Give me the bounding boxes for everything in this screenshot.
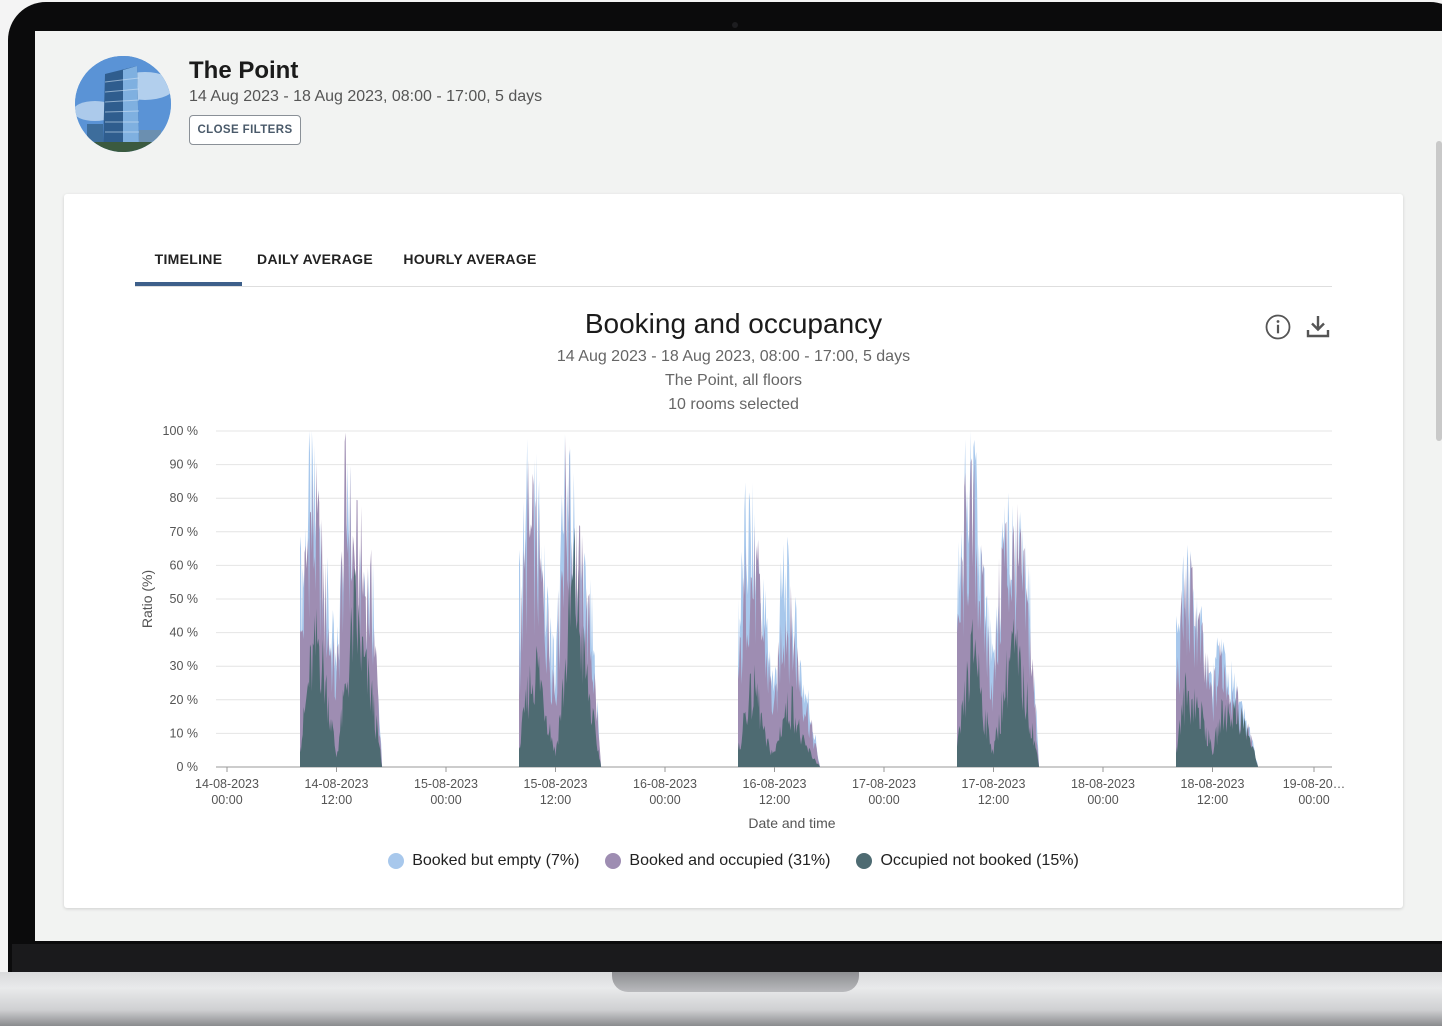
x-tick-label: 18-08-2023 (1181, 777, 1245, 791)
camera-icon (732, 22, 738, 28)
scrollbar[interactable] (1436, 141, 1442, 441)
building-avatar (75, 56, 171, 152)
y-tick-label: 100 % (163, 424, 198, 438)
y-tick-label: 80 % (170, 491, 199, 505)
y-tick-label: 90 % (170, 458, 199, 472)
legend-label: Booked but empty (7%) (412, 852, 580, 869)
x-tick-label: 16-08-2023 (633, 777, 697, 791)
y-tick-label: 0 % (176, 760, 198, 774)
x-tick-label: 00:00 (868, 793, 899, 807)
x-tick-label: 17-08-2023 (852, 777, 916, 791)
x-axis-label: Date and time (748, 815, 835, 831)
legend-item-occupied-not-booked[interactable]: Occupied not booked (15%) (856, 852, 1079, 870)
y-tick-label: 10 % (170, 726, 199, 740)
x-tick-label: 14-08-2023 (305, 777, 369, 791)
y-tick-label: 50 % (170, 592, 199, 606)
y-tick-label: 70 % (170, 525, 199, 539)
x-tick-label: 12:00 (540, 793, 571, 807)
site-title: The Point (189, 57, 299, 84)
legend-dot (388, 853, 405, 869)
chart-card: TIMELINE DAILY AVERAGE HOURLY AVERAGE Bo… (64, 194, 1403, 908)
x-tick-label: 16-08-2023 (743, 777, 807, 791)
y-tick-label: 60 % (170, 558, 199, 572)
y-tick-label: 40 % (170, 626, 199, 640)
x-tick-label: 00:00 (1298, 793, 1329, 807)
laptop-notch (612, 972, 859, 992)
legend-label: Booked and occupied (31%) (629, 852, 831, 869)
x-tick-label: 15-08-2023 (414, 777, 478, 791)
y-tick-label: 30 % (170, 659, 199, 673)
laptop-hinge (12, 944, 1442, 974)
app-screen: The Point 14 Aug 2023 - 18 Aug 2023, 08:… (35, 31, 1442, 941)
y-axis-label: Ratio (%) (139, 570, 155, 628)
x-tick-label: 15-08-2023 (524, 777, 588, 791)
legend-item-booked-occupied[interactable]: Booked and occupied (31%) (605, 852, 830, 870)
x-tick-label: 12:00 (321, 793, 352, 807)
booking-occupancy-chart: 0 % 10 % 20 % 30 % 40 % 50 % 60 % 70 % 80 % 90 % 1… (139, 424, 1346, 831)
close-filters-button[interactable]: CLOSE FILTERS (189, 115, 301, 145)
x-tick-label: 19-08-20… (1283, 777, 1346, 791)
x-tick-label: 00:00 (430, 793, 461, 807)
x-tick-label: 12:00 (978, 793, 1009, 807)
y-tick-label: 20 % (170, 693, 199, 707)
x-tick-label: 00:00 (211, 793, 242, 807)
x-tick-label: 12:00 (759, 793, 790, 807)
x-tick-label: 00:00 (649, 793, 680, 807)
chart-legend: Booked but empty (7%) Booked and occupie… (64, 852, 1403, 870)
x-tick-label: 18-08-2023 (1071, 777, 1135, 791)
legend-dot (856, 853, 873, 869)
x-tick-label: 17-08-2023 (962, 777, 1026, 791)
site-date-range: 14 Aug 2023 - 18 Aug 2023, 08:00 - 17:00… (189, 88, 543, 105)
x-tick-label: 00:00 (1087, 793, 1118, 807)
legend-label: Occupied not booked (15%) (880, 852, 1079, 869)
legend-dot (605, 853, 622, 869)
x-tick-label: 14-08-2023 (195, 777, 259, 791)
legend-item-booked-empty[interactable]: Booked but empty (7%) (388, 852, 579, 870)
x-tick-label: 12:00 (1197, 793, 1228, 807)
